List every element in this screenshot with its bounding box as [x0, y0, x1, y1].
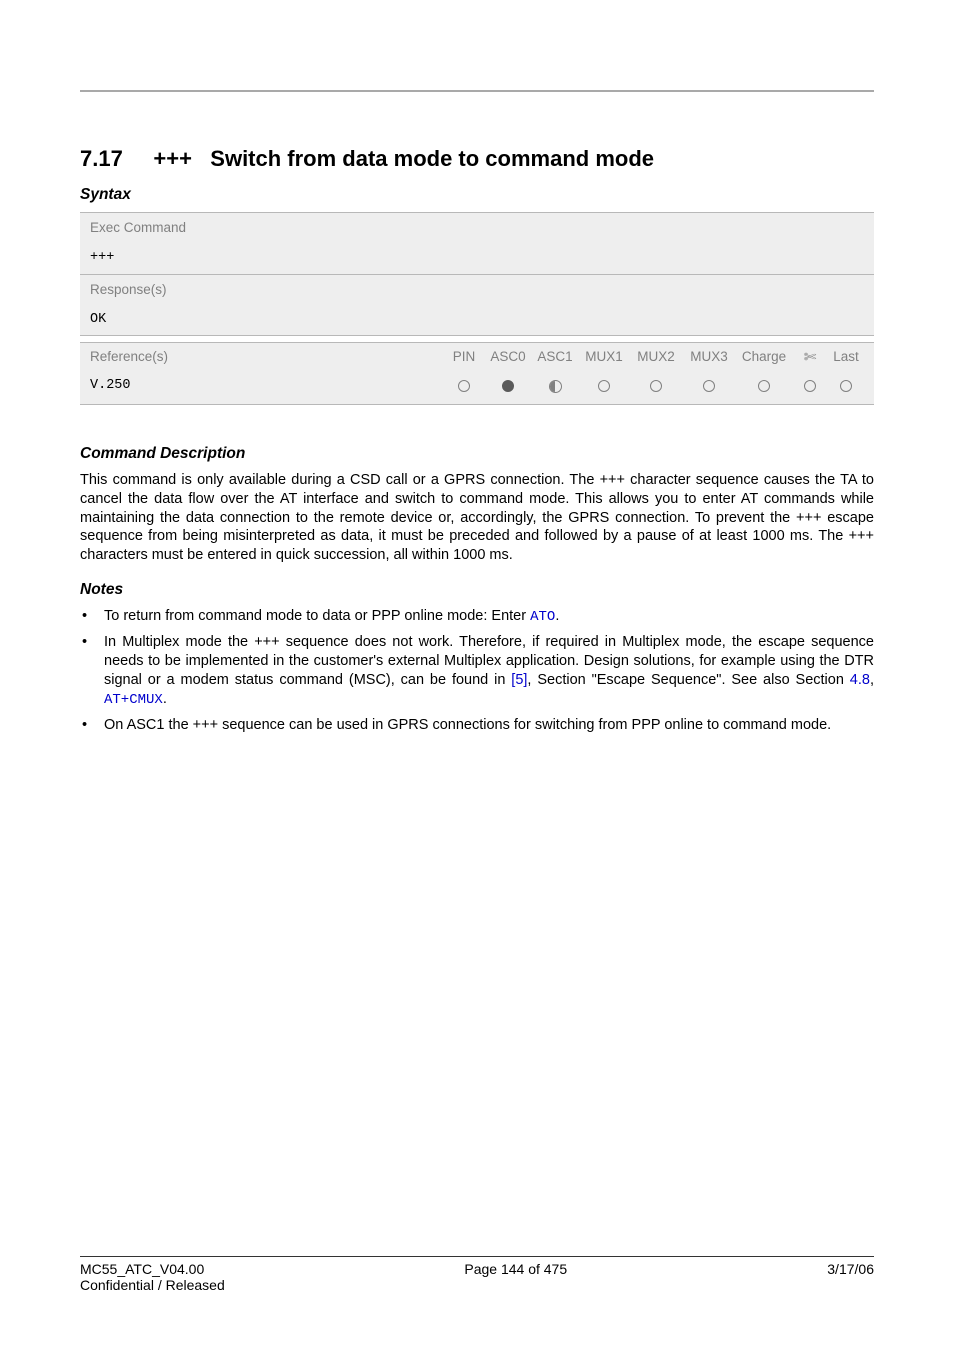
- section-heading: 7.17 +++ Switch from data mode to comman…: [80, 146, 874, 172]
- reference-label: Reference(s): [90, 346, 444, 369]
- response-label: Response(s): [80, 275, 874, 305]
- footer-page: Page 144 of 475: [464, 1261, 567, 1277]
- section-number: 7.17: [80, 146, 123, 171]
- col-asc0: ASC0: [484, 346, 532, 369]
- section-escape: +++: [153, 146, 192, 171]
- exec-command-value: +++: [80, 243, 874, 274]
- page-footer: MC55_ATC_V04.00 Page 144 of 475 3/17/06 …: [80, 1256, 874, 1293]
- note1-pre: To return from command mode to data or P…: [104, 608, 530, 624]
- val-asc0: [484, 375, 532, 398]
- note-item-2: In Multiplex mode the +++ sequence does …: [80, 633, 874, 709]
- syntax-table: Exec Command +++ Response(s) OK Referenc…: [80, 212, 874, 405]
- note2-mid: , Section "Escape Sequence". See also Se…: [527, 672, 849, 688]
- section-title-text: Switch from data mode to command mode: [210, 146, 654, 171]
- note2-post: .: [163, 691, 167, 707]
- footer-doc: MC55_ATC_V04.00: [80, 1261, 204, 1277]
- col-mux2: MUX2: [630, 346, 682, 369]
- wrench-icon: ✄: [804, 350, 817, 365]
- response-value: OK: [80, 305, 874, 336]
- note-item-1: To return from command mode to data or P…: [80, 607, 874, 626]
- val-tool: [792, 375, 828, 398]
- col-pin: PIN: [444, 346, 484, 369]
- col-charge: Charge: [736, 346, 792, 369]
- reference-value: V.250: [90, 375, 444, 398]
- note-item-3: On ASC1 the +++ sequence can be used in …: [80, 716, 874, 735]
- link-ref-5[interactable]: [5]: [511, 672, 527, 688]
- circle-open-icon: [650, 380, 662, 392]
- circle-open-icon: [703, 380, 715, 392]
- circle-open-icon: [758, 380, 770, 392]
- col-tool-icon: ✄: [792, 346, 828, 369]
- note1-post: .: [555, 608, 559, 624]
- val-asc1: [532, 375, 578, 398]
- circle-open-icon: [804, 380, 816, 392]
- col-asc1: ASC1: [532, 346, 578, 369]
- link-section-4-8[interactable]: 4.8: [850, 672, 870, 688]
- note2-sep: ,: [870, 672, 874, 688]
- reference-table: Reference(s) PIN ASC0 ASC1 MUX1 MUX2 MUX…: [80, 342, 874, 405]
- footer-date: 3/17/06: [827, 1261, 874, 1277]
- val-charge: [736, 375, 792, 398]
- command-description-body: This command is only available during a …: [80, 471, 874, 565]
- notes-list: To return from command mode to data or P…: [80, 607, 874, 735]
- val-last: [828, 375, 864, 398]
- val-mux3: [682, 375, 736, 398]
- col-mux1: MUX1: [578, 346, 630, 369]
- circle-full-icon: [502, 380, 514, 392]
- circle-open-icon: [840, 380, 852, 392]
- val-mux2: [630, 375, 682, 398]
- exec-command-label: Exec Command: [80, 212, 874, 243]
- circle-half-icon: [549, 380, 562, 393]
- command-description-heading: Command Description: [80, 445, 874, 463]
- top-rule: [80, 90, 874, 92]
- link-at-cmux[interactable]: AT+CMUX: [104, 692, 163, 708]
- notes-heading: Notes: [80, 581, 874, 599]
- col-mux3: MUX3: [682, 346, 736, 369]
- link-ato[interactable]: ATO: [530, 609, 555, 625]
- val-mux1: [578, 375, 630, 398]
- syntax-heading: Syntax: [80, 186, 874, 204]
- footer-conf: Confidential / Released: [80, 1277, 874, 1293]
- circle-open-icon: [458, 380, 470, 392]
- val-pin: [444, 375, 484, 398]
- circle-open-icon: [598, 380, 610, 392]
- col-last: Last: [828, 346, 864, 369]
